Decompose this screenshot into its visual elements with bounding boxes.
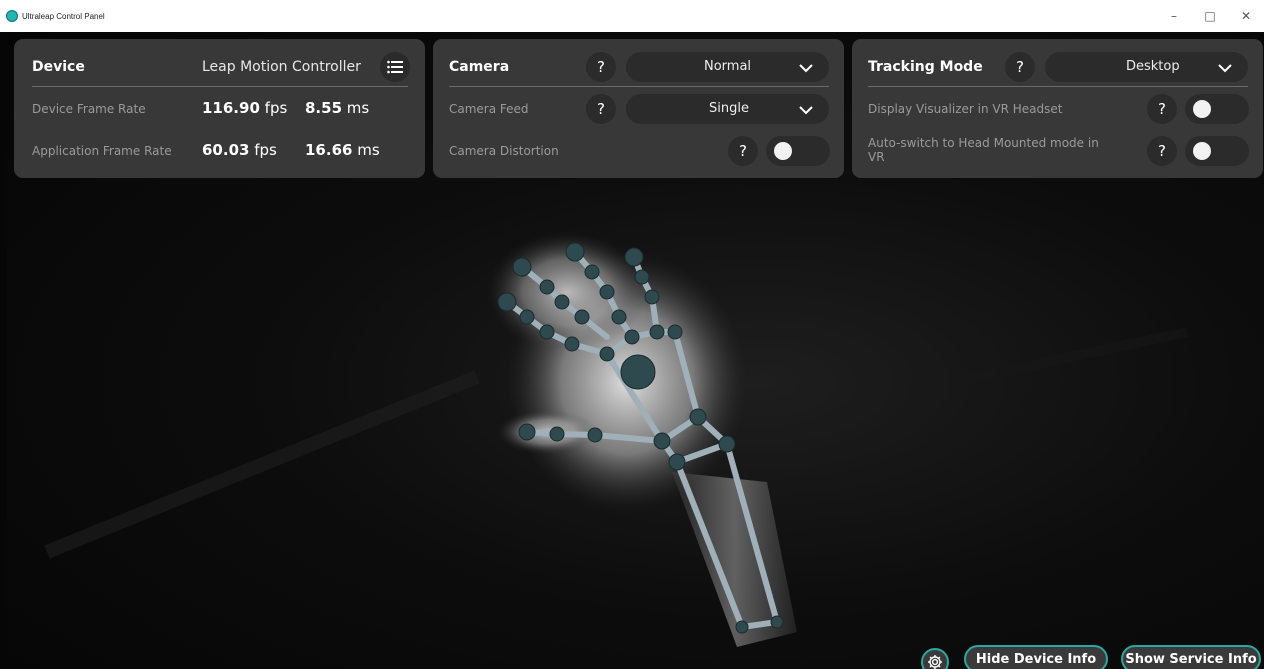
autoswitch-toggle[interactable] bbox=[1185, 136, 1249, 166]
device-fps-unit: fps bbox=[264, 99, 288, 117]
application-fps-unit: fps bbox=[254, 141, 277, 159]
background-streak bbox=[905, 327, 1189, 397]
title-bar: Ultraleap Control Panel – □ ✕ bbox=[0, 0, 1264, 32]
close-button[interactable]: ✕ bbox=[1228, 0, 1264, 32]
application-ms-number: 16.66 bbox=[305, 141, 353, 159]
toggle-knob bbox=[1193, 100, 1211, 118]
list-icon bbox=[387, 60, 403, 74]
device-ms-number: 8.55 bbox=[305, 99, 343, 117]
camera-feed-help-button[interactable]: ? bbox=[586, 94, 616, 124]
device-ms-value: 8.55 ms bbox=[305, 99, 369, 117]
device-menu-button[interactable] bbox=[380, 52, 410, 82]
tracking-mode-help-button[interactable]: ? bbox=[1005, 52, 1035, 82]
application-fps-number: 60.03 bbox=[202, 141, 250, 159]
camera-help-button[interactable]: ? bbox=[586, 52, 616, 82]
window-title: Ultraleap Control Panel bbox=[22, 11, 105, 21]
maximize-button[interactable]: □ bbox=[1192, 0, 1228, 32]
tracking-mode-panel: Tracking Mode ? Desktop Display Visualiz… bbox=[852, 39, 1263, 178]
camera-mode-value: Normal bbox=[704, 59, 752, 74]
gear-icon bbox=[928, 655, 942, 669]
application-fps-value: 60.03 fps bbox=[202, 141, 277, 159]
tracking-divider bbox=[868, 86, 1248, 87]
device-ms-unit: ms bbox=[346, 99, 370, 117]
autoswitch-label-line2: VR bbox=[868, 150, 885, 164]
chevron-down-icon bbox=[1218, 64, 1232, 73]
autoswitch-label: Auto-switch to Head Mounted mode in VR bbox=[868, 136, 1138, 164]
visualizer-vr-toggle[interactable] bbox=[1185, 94, 1249, 124]
device-heading: Device bbox=[32, 59, 85, 75]
application-ms-value: 16.66 ms bbox=[305, 141, 380, 159]
camera-heading: Camera bbox=[449, 59, 510, 75]
camera-distortion-toggle[interactable] bbox=[766, 136, 830, 166]
autoswitch-label-line1: Auto-switch to Head Mounted mode in bbox=[868, 136, 1099, 150]
application-ms-unit: ms bbox=[357, 141, 380, 159]
camera-feed-value: Single bbox=[709, 101, 749, 116]
background-streak bbox=[44, 370, 480, 559]
camera-feed-dropdown[interactable]: Single bbox=[626, 94, 829, 124]
application-frame-rate-label: Application Frame Rate bbox=[32, 144, 172, 158]
window-controls: – □ ✕ bbox=[1156, 0, 1264, 32]
chevron-down-icon bbox=[799, 106, 813, 115]
minimize-button[interactable]: – bbox=[1156, 0, 1192, 32]
device-panel: Device Leap Motion Controller Device Fra… bbox=[14, 39, 425, 178]
camera-feed-label: Camera Feed bbox=[449, 102, 529, 116]
device-divider bbox=[32, 86, 408, 87]
device-name: Leap Motion Controller bbox=[202, 59, 361, 75]
camera-panel: Camera ? Normal Camera Feed ? Single Cam… bbox=[433, 39, 844, 178]
tracking-mode-dropdown[interactable]: Desktop bbox=[1045, 52, 1248, 82]
app-logo-icon bbox=[6, 10, 18, 22]
autoswitch-help-button[interactable]: ? bbox=[1147, 136, 1177, 166]
tracking-mode-value: Desktop bbox=[1126, 59, 1180, 74]
chevron-down-icon bbox=[799, 64, 813, 73]
hide-device-info-button[interactable]: Hide Device Info bbox=[964, 645, 1108, 669]
visualizer-vr-label: Display Visualizer in VR Headset bbox=[868, 102, 1063, 116]
show-service-info-button[interactable]: Show Service Info bbox=[1121, 645, 1261, 669]
visualizer-vr-help-button[interactable]: ? bbox=[1147, 94, 1177, 124]
device-frame-rate-label: Device Frame Rate bbox=[32, 102, 146, 116]
settings-button[interactable] bbox=[921, 648, 949, 669]
tracking-mode-heading: Tracking Mode bbox=[868, 59, 983, 75]
app-window: Ultraleap Control Panel – □ ✕ Device Lea… bbox=[0, 0, 1264, 669]
device-fps-value: 116.90 fps bbox=[202, 99, 287, 117]
camera-mode-dropdown[interactable]: Normal bbox=[626, 52, 829, 82]
device-fps-number: 116.90 bbox=[202, 99, 260, 117]
camera-distortion-label: Camera Distortion bbox=[449, 144, 559, 158]
toggle-knob bbox=[774, 142, 792, 160]
toggle-knob bbox=[1193, 142, 1211, 160]
camera-divider bbox=[449, 86, 829, 87]
camera-distortion-help-button[interactable]: ? bbox=[728, 136, 758, 166]
